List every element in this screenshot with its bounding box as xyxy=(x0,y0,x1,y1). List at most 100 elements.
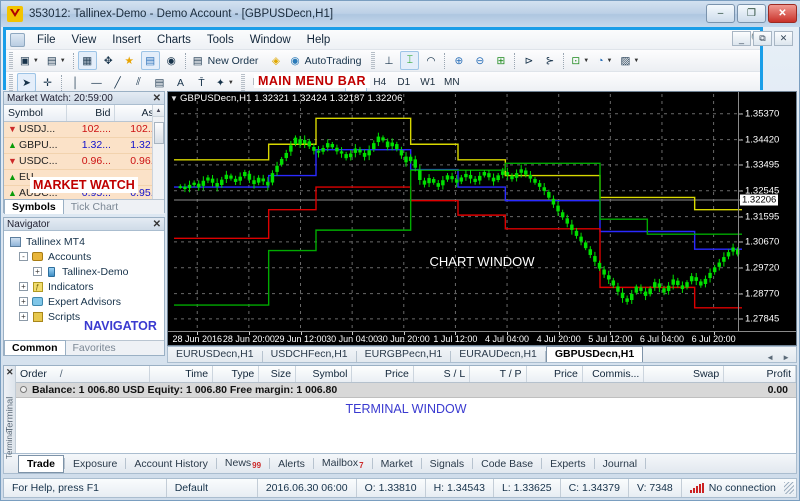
scroll-right-icon[interactable]: ► xyxy=(782,353,790,362)
text-label-tool[interactable]: T̄ xyxy=(192,73,211,92)
expand-icon[interactable]: + xyxy=(19,282,28,291)
tree-item-expert-advisors[interactable]: + Expert Advisors xyxy=(7,294,164,309)
tab-signals[interactable]: Signals xyxy=(422,456,472,472)
chart-tab-euraud[interactable]: EURAUDecn,H1 xyxy=(451,346,545,362)
tab-market[interactable]: Market xyxy=(373,456,421,472)
menu-help[interactable]: Help xyxy=(299,32,339,48)
market-watch-button[interactable]: ▦ xyxy=(77,51,97,70)
table-row[interactable]: ▲ GBPU... 1.32... 1.32... xyxy=(4,137,164,154)
resize-grip[interactable] xyxy=(783,482,795,494)
chart-tab-eurusd[interactable]: EURUSDecn,H1 xyxy=(168,346,262,362)
arrows-tool[interactable]: ✦ ▼ xyxy=(213,73,237,92)
menu-view[interactable]: View xyxy=(64,32,105,48)
chart-tab-eurgbp[interactable]: EURGBPecn,H1 xyxy=(357,346,451,362)
zoom-out-button[interactable]: ⊖ xyxy=(470,51,489,70)
toolbar-grip[interactable] xyxy=(240,74,245,91)
expand-icon[interactable] xyxy=(20,386,27,393)
tab-common[interactable]: Common xyxy=(4,340,66,355)
col-profit[interactable]: Profit xyxy=(723,366,796,383)
timeframe-h4[interactable]: H4 xyxy=(369,74,391,92)
zoom-in-button[interactable]: ⊕ xyxy=(449,51,468,70)
system-menu-icon[interactable] xyxy=(10,32,25,47)
new-chart-button[interactable]: ▣ ▼ xyxy=(17,51,42,70)
tab-news[interactable]: News99 xyxy=(217,455,269,472)
tab-experts[interactable]: Experts xyxy=(542,456,594,472)
market-watch-close-icon[interactable]: ✕ xyxy=(153,93,161,104)
minimize-button[interactable]: – xyxy=(706,4,735,23)
tab-journal[interactable]: Journal xyxy=(595,456,645,472)
time-axis[interactable]: 28 Jun 2016 28 Jun 20:00 29 Jun 12:00 30 Ju… xyxy=(168,331,796,345)
mdi-minimize-button[interactable]: _ xyxy=(732,31,751,46)
chart-tab-gbpusd[interactable]: GBPUSDecn,H1 xyxy=(545,346,644,362)
col-order[interactable]: Order / xyxy=(16,366,150,383)
scrollbar-thumb[interactable] xyxy=(154,122,164,144)
col-symbol[interactable]: Symbol xyxy=(4,105,67,122)
col-type[interactable]: Type xyxy=(212,366,260,383)
profiles-button[interactable]: ▤ ▼ xyxy=(44,51,69,70)
timeframe-w1[interactable]: W1 xyxy=(417,74,439,92)
timeframe-mn[interactable]: MN xyxy=(441,74,463,92)
trendline-tool[interactable]: ╱ xyxy=(108,73,127,92)
col-tp[interactable]: T / P xyxy=(469,366,527,383)
close-button[interactable]: ✕ xyxy=(768,4,797,23)
menu-file[interactable]: File xyxy=(29,32,64,48)
toolbar-grip[interactable] xyxy=(9,74,13,91)
col-size[interactable]: Size xyxy=(258,366,297,383)
horizontal-line-tool[interactable]: — xyxy=(87,73,106,92)
chart-menu-icon[interactable]: ▼ xyxy=(170,94,178,103)
tab-exposure[interactable]: Exposure xyxy=(65,456,125,472)
table-row[interactable]: ▼ USDJ... 102.... 102.... xyxy=(4,121,164,138)
col-swap[interactable]: Swap xyxy=(643,366,725,383)
tab-account-history[interactable]: Account History xyxy=(126,456,216,472)
tab-code-base[interactable]: Code Base xyxy=(473,456,541,472)
bar-chart-button[interactable]: ⊥ xyxy=(379,51,398,70)
price-scale[interactable]: 1.35370 1.34420 1.33495 1.32545 1.31595 1.306… xyxy=(738,92,796,345)
status-connection[interactable]: No connection xyxy=(682,479,784,497)
col-commission[interactable]: Commis... xyxy=(582,366,645,383)
menu-window[interactable]: Window xyxy=(242,32,299,48)
timeframe-d1[interactable]: D1 xyxy=(393,74,415,92)
status-profile[interactable]: Default xyxy=(167,479,258,497)
navigator-close-icon[interactable]: ✕ xyxy=(153,219,161,230)
chart-window[interactable]: ▼ GBPUSDecn,H1 1.32321 1.32424 1.32187 1.… xyxy=(167,91,797,346)
line-chart-button[interactable]: ◠ xyxy=(421,51,440,70)
col-symbol[interactable]: Symbol xyxy=(295,366,353,383)
tree-item-tallinex-demo[interactable]: + Tallinex-Demo xyxy=(7,264,164,279)
balance-summary-row[interactable]: Balance: 1 006.80 USD Equity: 1 006.80 F… xyxy=(16,382,796,398)
vertical-line-tool[interactable]: │ xyxy=(66,73,85,92)
text-tool[interactable]: A xyxy=(171,73,190,92)
chart-shift-button[interactable]: ⊳ xyxy=(519,51,538,70)
terminal-close-icon[interactable]: ✕ xyxy=(6,367,14,378)
menu-tools[interactable]: Tools xyxy=(199,32,242,48)
tree-item-accounts[interactable]: - Accounts xyxy=(7,249,164,264)
chart-tab-usdchf[interactable]: USDCHFecn,H1 xyxy=(263,346,356,362)
tab-favorites[interactable]: Favorites xyxy=(66,341,123,355)
terminal-button[interactable]: ▤ xyxy=(140,51,160,70)
expand-icon[interactable]: + xyxy=(19,297,28,306)
chart-canvas[interactable]: ▼ GBPUSDecn,H1 1.32321 1.32424 1.32187 1.… xyxy=(168,92,796,345)
table-row[interactable]: ▼ USDC... 0.96... 0.96... xyxy=(4,153,164,170)
tab-symbols[interactable]: Symbols xyxy=(4,199,64,214)
autotrading-button[interactable]: ◉ AutoTrading xyxy=(287,51,367,70)
menu-charts[interactable]: Charts xyxy=(149,32,199,48)
collapse-icon[interactable]: - xyxy=(19,252,28,261)
crosshair-tool[interactable]: ✛ xyxy=(38,73,57,92)
metaeditor-button[interactable]: ◈ xyxy=(266,51,285,70)
tree-item-indicators[interactable]: + ƒ Indicators xyxy=(7,279,164,294)
tab-mailbox[interactable]: Mailbox7 xyxy=(314,455,372,472)
new-order-button[interactable]: ▤ New Order xyxy=(190,51,265,70)
tile-windows-button[interactable]: ⊞ xyxy=(491,51,510,70)
toolbar-grip[interactable] xyxy=(371,52,376,69)
tab-tick-chart[interactable]: Tick Chart xyxy=(64,200,125,214)
tab-alerts[interactable]: Alerts xyxy=(270,456,313,472)
market-watch-scrollbar[interactable]: ▲ xyxy=(152,105,164,199)
scroll-up-icon[interactable]: ▲ xyxy=(153,105,164,117)
mdi-close-button[interactable]: ✕ xyxy=(774,31,793,46)
col-time[interactable]: Time xyxy=(149,366,214,383)
templates-button[interactable]: ▨ ▼ xyxy=(617,51,642,70)
col-price-2[interactable]: Price xyxy=(526,366,583,383)
col-price-1[interactable]: Price xyxy=(351,366,414,383)
cursor-tool[interactable]: ➤ xyxy=(17,73,36,92)
expand-icon[interactable]: + xyxy=(19,312,28,321)
toolbar-grip[interactable] xyxy=(9,52,13,69)
